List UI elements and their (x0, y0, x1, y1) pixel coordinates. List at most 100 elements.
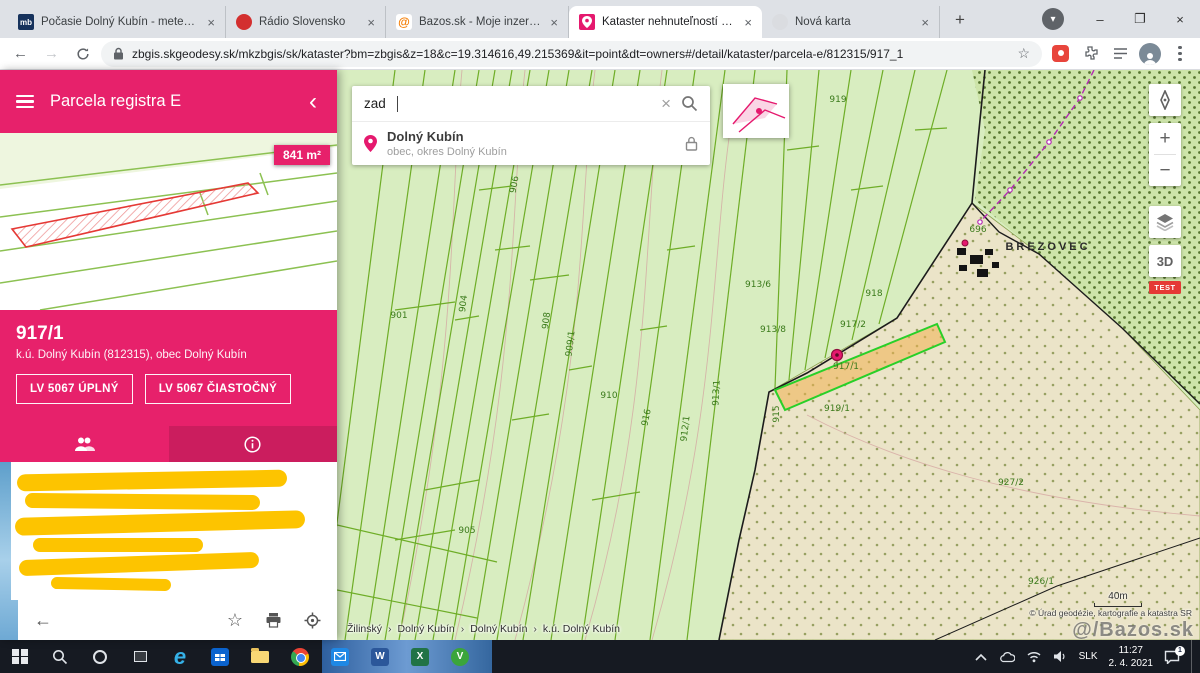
lv-partial-button[interactable]: LV 5067 ČIASTOČNÝ (145, 374, 291, 404)
system-tray: SLK 11:27 2. 4. 2021 1 (974, 640, 1200, 673)
tab-close-icon[interactable]: × (919, 15, 931, 30)
zoom-out-button[interactable]: − (1149, 155, 1181, 186)
reading-list-icon[interactable] (1108, 42, 1132, 66)
profile-avatar[interactable] (1138, 42, 1162, 66)
bookmark-star-icon[interactable]: ☆ (1017, 45, 1030, 62)
selected-parcel-pin (832, 350, 843, 361)
breadcrumb-district[interactable]: Dolný Kubín (398, 623, 455, 635)
chrome-taskbar-button[interactable] (280, 640, 320, 673)
locator-mini-map[interactable] (723, 84, 789, 138)
desktop-screen: mb Počasie Dolný Kubín - meteoblue × Rád… (0, 0, 1200, 673)
action-center-button[interactable]: 1 (1164, 650, 1180, 664)
parcel-label: 905 (458, 526, 475, 536)
window-minimize-button[interactable]: – (1080, 0, 1120, 38)
tab-close-icon[interactable]: × (365, 15, 377, 30)
word-taskbar-button[interactable]: W (360, 640, 400, 673)
cortana-button[interactable] (80, 640, 120, 673)
layers-button[interactable] (1149, 206, 1181, 238)
word-icon: W (371, 648, 389, 666)
redaction-marker (51, 577, 171, 591)
compass-button[interactable] (1149, 84, 1181, 116)
wifi-icon[interactable] (1026, 650, 1042, 663)
clear-search-icon[interactable]: × (661, 94, 671, 114)
edge-taskbar-button[interactable]: e (160, 640, 200, 673)
browser-tab-bazos[interactable]: @ Bazos.sk - Moje inzeráty × (386, 6, 569, 38)
mini-map-graphic (725, 86, 787, 136)
breadcrumb-cadastral-unit[interactable]: k.ú. Dolný Kubín (543, 623, 620, 635)
tray-time: 11:27 (1119, 645, 1143, 656)
tab-close-icon[interactable]: × (742, 15, 754, 30)
crosshair-icon (304, 612, 321, 629)
browser-tab-new[interactable]: Nová karta × (762, 6, 940, 38)
volume-icon[interactable] (1053, 650, 1068, 663)
clock[interactable]: 11:27 2. 4. 2021 (1109, 644, 1153, 670)
cadastral-map[interactable]: 919913/4921/3906901904908909/19059109169… (337, 70, 1200, 640)
onedrive-cloud-icon[interactable] (999, 651, 1015, 663)
locate-parcel-button[interactable] (304, 612, 321, 629)
redaction-marker (17, 470, 287, 492)
mail-taskbar-button[interactable] (320, 640, 360, 673)
breadcrumb-municipality[interactable]: Dolný Kubín (470, 623, 527, 635)
task-view-button[interactable] (120, 640, 160, 673)
owners-people-icon (73, 436, 95, 452)
url-text: zbgis.skgeodesy.sk/mkzbgis/sk/kataster?b… (132, 47, 1009, 61)
tab-title: Kataster nehnuteľností | ZBGIS (602, 16, 735, 28)
scale-bar (1094, 603, 1142, 607)
redaction-marker (19, 552, 259, 576)
mode-3d-button[interactable]: 3D (1149, 245, 1181, 277)
panel-back-button[interactable]: ← (34, 610, 52, 631)
search-input-row[interactable]: zad × (352, 86, 710, 121)
window-maximize-button[interactable]: ❐ (1120, 0, 1160, 38)
browser-tab-kataster-active[interactable]: Kataster nehnuteľností | ZBGIS × (569, 6, 762, 38)
chrome-icon (291, 648, 309, 666)
redaction-marker (25, 493, 260, 510)
green-app-taskbar-button[interactable]: V (440, 640, 480, 673)
search-input-value[interactable]: zad (364, 96, 386, 111)
map-copyright: © Úrad geodézie, kartografie a katastra … (1029, 608, 1192, 618)
owners-tab[interactable] (0, 426, 169, 462)
extensions-puzzle-icon[interactable] (1078, 42, 1102, 66)
search-result-item[interactable]: Dolný Kubín obec, okres Dolný Kubín (352, 121, 710, 165)
window-close-button[interactable]: × (1160, 0, 1200, 38)
tab-close-icon[interactable]: × (548, 15, 560, 30)
parcel-label: 919/1 (824, 404, 850, 414)
address-bar[interactable]: zbgis.skgeodesy.sk/mkzbgis/sk/kataster?b… (101, 41, 1042, 67)
tab-search-button[interactable]: ▾ (1042, 8, 1064, 30)
zoom-in-button[interactable]: + (1149, 123, 1181, 154)
excel-taskbar-button[interactable]: X (400, 640, 440, 673)
parcel-label: 908 (541, 311, 553, 330)
browser-menu-button[interactable] (1168, 42, 1192, 66)
test-badge: TEST (1149, 281, 1180, 294)
browser-tab-weather[interactable]: mb Počasie Dolný Kubín - meteoblue × (8, 6, 226, 38)
tab-title: Rádio Slovensko (259, 16, 358, 28)
back-button[interactable]: ← (8, 41, 33, 66)
start-button[interactable] (0, 640, 40, 673)
forward-button[interactable]: → (39, 41, 64, 66)
breadcrumb-region[interactable]: Žilinský (347, 623, 382, 635)
new-tab-button[interactable]: + (946, 6, 974, 34)
extension-red-icon[interactable] (1048, 42, 1072, 66)
redaction-marker (33, 538, 203, 552)
menu-icon[interactable] (16, 95, 34, 109)
taskbar-search-button[interactable] (40, 640, 80, 673)
parcel-preview-map[interactable]: 841 m² (0, 133, 337, 310)
favorite-star-button[interactable]: ☆ (227, 610, 243, 631)
print-button[interactable] (265, 612, 282, 628)
tab-close-icon[interactable]: × (205, 15, 217, 30)
parcel-label: 913/8 (760, 325, 786, 335)
lv-full-button[interactable]: LV 5067 ÚPLNÝ (16, 374, 133, 404)
tray-expand-icon[interactable] (974, 652, 988, 662)
collapse-panel-icon[interactable]: ‹ (305, 90, 321, 114)
text-caret (397, 96, 398, 112)
language-indicator[interactable]: SLK (1079, 651, 1098, 662)
result-pin-icon (364, 135, 377, 152)
parcel-subtitle: k.ú. Dolný Kubín (812315), obec Dolný Ku… (16, 349, 321, 361)
store-taskbar-button[interactable] (200, 640, 240, 673)
browser-tab-radio[interactable]: Rádio Slovensko × (226, 6, 386, 38)
reload-button[interactable] (70, 41, 95, 66)
file-explorer-button[interactable] (240, 640, 280, 673)
search-icon[interactable] (681, 95, 698, 112)
info-tab[interactable] (169, 426, 338, 462)
breadcrumb-separator: › (461, 623, 465, 635)
show-desktop-button[interactable] (1191, 640, 1194, 673)
